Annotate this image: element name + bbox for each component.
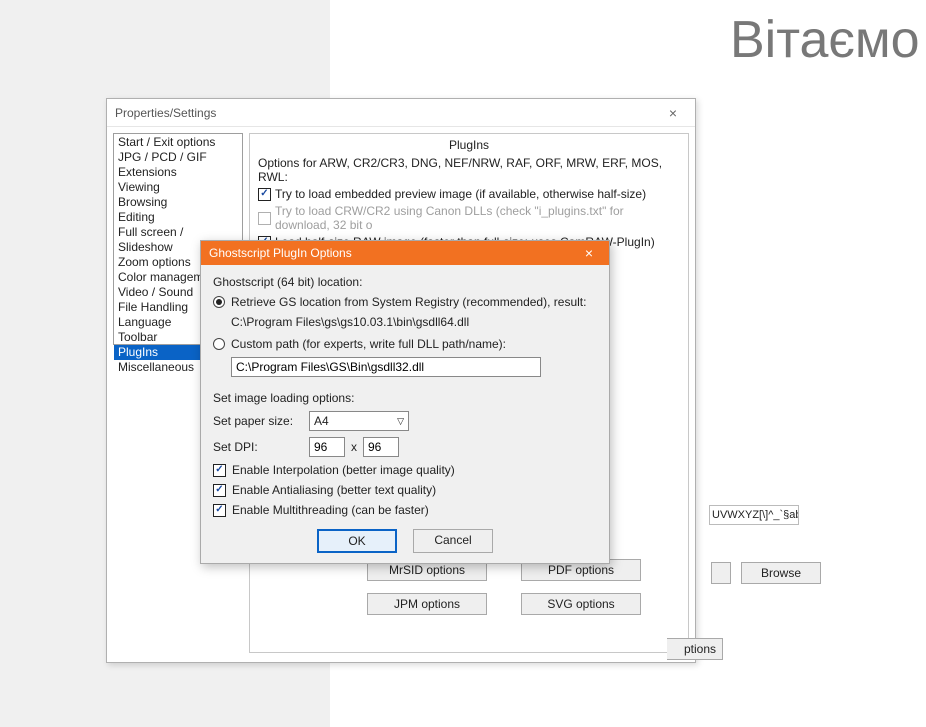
close-icon[interactable]: ×	[569, 241, 609, 265]
ok-button[interactable]: OK	[317, 529, 397, 553]
checkbox-label: Try to load CRW/CR2 using Canon DLLs (ch…	[275, 204, 680, 232]
checkbox-antialiasing[interactable]	[213, 484, 226, 497]
gs-location-label: Ghostscript (64 bit) location:	[213, 275, 597, 289]
bg-heading: Вітаємо в	[730, 10, 926, 70]
radio-label: Custom path (for experts, write full DLL…	[231, 337, 506, 351]
svg-options-button[interactable]: SVG options	[521, 593, 641, 615]
dpi-label: Set DPI:	[213, 440, 303, 454]
checkbox-interpolation[interactable]	[213, 464, 226, 477]
window-title: Properties/Settings	[115, 106, 216, 120]
radio-custom-path[interactable]	[213, 338, 225, 350]
list-item[interactable]: Viewing	[114, 180, 242, 195]
list-item[interactable]: Start / Exit options	[114, 135, 242, 150]
dpi-x-label: x	[351, 440, 357, 454]
checkbox-label: Enable Multithreading (can be faster)	[232, 503, 429, 517]
partial-options-button[interactable]: ptions	[667, 638, 723, 660]
checkbox-multithreading[interactable]	[213, 504, 226, 517]
registry-path: C:\Program Files\gs\gs10.03.1\bin\gsdll6…	[231, 315, 597, 329]
checkbox-label: Enable Interpolation (better image quali…	[232, 463, 455, 477]
list-item[interactable]: Browsing	[114, 195, 242, 210]
list-item[interactable]: Editing	[114, 210, 242, 225]
jpm-options-button[interactable]: JPM options	[367, 593, 487, 615]
checkbox-label: Try to load embedded preview image (if a…	[275, 187, 646, 201]
dialog-titlebar[interactable]: Ghostscript PlugIn Options ×	[201, 241, 609, 265]
custom-path-input[interactable]	[231, 357, 541, 377]
window-titlebar[interactable]: Properties/Settings ×	[107, 99, 695, 127]
groupbox-subtitle: Options for ARW, CR2/CR3, DNG, NEF/NRW, …	[258, 156, 680, 184]
ghostscript-dialog: Ghostscript PlugIn Options × Ghostscript…	[200, 240, 610, 564]
paper-size-value: A4	[314, 414, 329, 428]
partial-button[interactable]	[711, 562, 731, 584]
radio-registry[interactable]	[213, 296, 225, 308]
paper-size-label: Set paper size:	[213, 414, 303, 428]
cancel-button[interactable]: Cancel	[413, 529, 493, 553]
charset-preview: UVWXYZ[\]^_`§ab	[709, 505, 799, 525]
list-item[interactable]: Extensions	[114, 165, 242, 180]
dialog-title: Ghostscript PlugIn Options	[209, 246, 352, 260]
checkbox-label: Enable Antialiasing (better text quality…	[232, 483, 436, 497]
dpi-width-input[interactable]	[309, 437, 345, 457]
paper-size-select[interactable]: A4 ▽	[309, 411, 409, 431]
checkbox-embedded-preview[interactable]	[258, 188, 271, 201]
chevron-down-icon: ▽	[397, 416, 404, 427]
checkbox-crw-canon[interactable]	[258, 212, 271, 225]
browse-button[interactable]: Browse	[741, 562, 821, 584]
radio-label: Retrieve GS location from System Registr…	[231, 295, 586, 309]
close-icon[interactable]: ×	[651, 99, 695, 127]
list-item[interactable]: JPG / PCD / GIF	[114, 150, 242, 165]
loading-options-label: Set image loading options:	[213, 391, 597, 405]
dpi-height-input[interactable]	[363, 437, 399, 457]
groupbox-title: PlugIns	[258, 138, 680, 152]
